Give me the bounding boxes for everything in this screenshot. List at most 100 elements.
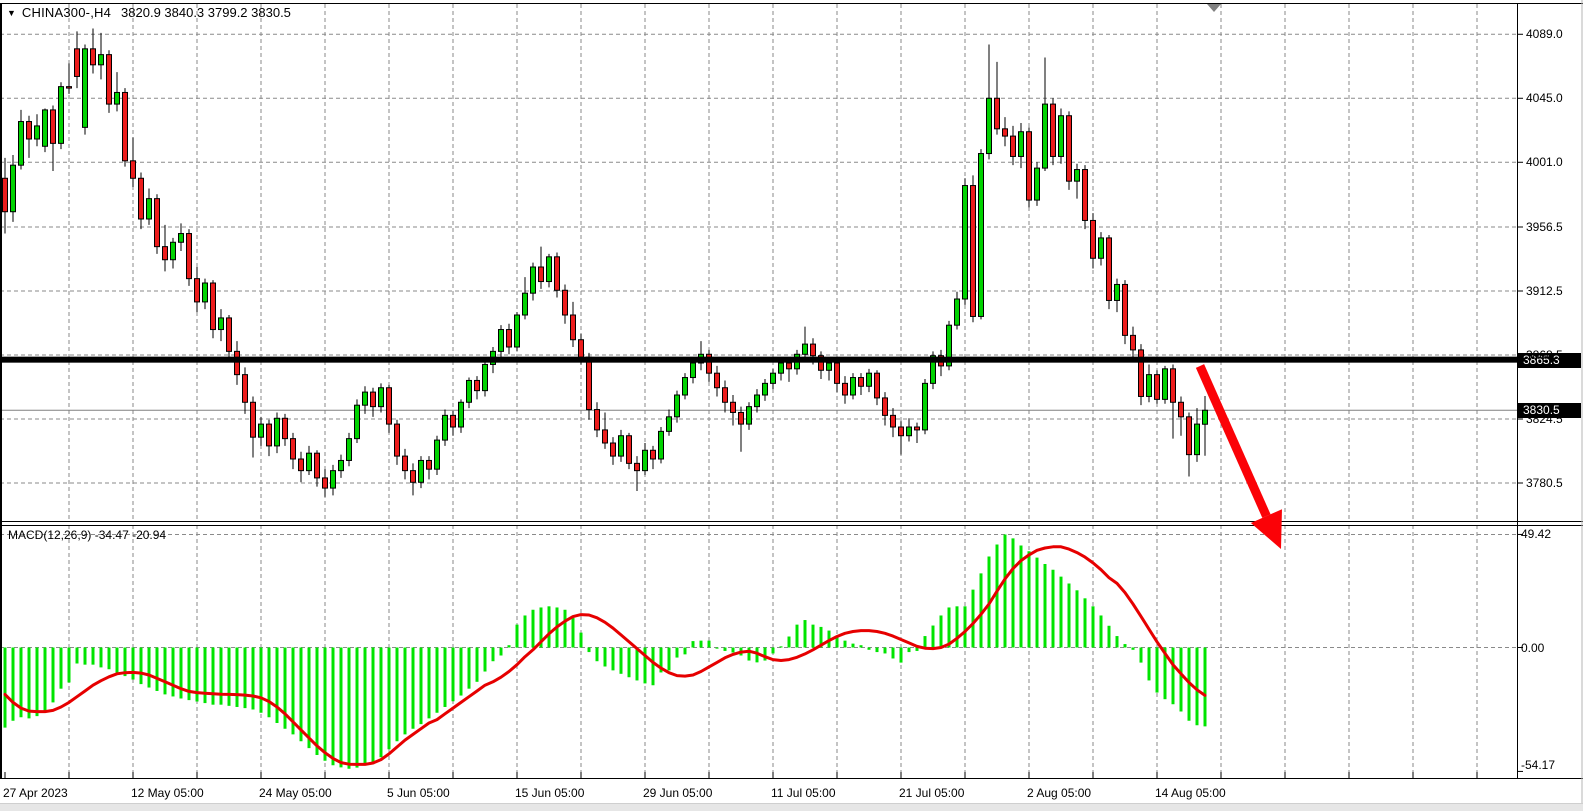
candle-down: [107, 55, 112, 104]
candle-up: [779, 363, 784, 373]
candle-down: [579, 340, 584, 357]
candle-up: [1019, 132, 1024, 157]
candle-up: [115, 92, 120, 104]
candle-up: [1115, 284, 1120, 300]
candle-down: [915, 427, 920, 430]
time-tick-label: 21 Jul 05:00: [899, 786, 964, 800]
candle-up: [347, 439, 352, 461]
candle-up: [547, 257, 552, 282]
candle-down: [1091, 220, 1096, 258]
candle-up: [979, 154, 984, 317]
candle-down: [571, 315, 576, 340]
candle-down: [731, 402, 736, 412]
candle-up: [987, 98, 992, 153]
candle-up: [339, 460, 344, 470]
candle-down: [651, 450, 656, 459]
candle-up: [867, 373, 872, 386]
candle-down: [163, 247, 168, 260]
candle-up: [691, 363, 696, 378]
candle-up: [907, 427, 912, 436]
candle-down: [811, 344, 816, 356]
candle-up: [307, 453, 312, 470]
candle-down: [251, 402, 256, 437]
time-tick-label: 24 May 05:00: [259, 786, 332, 800]
candle-down: [395, 424, 400, 456]
candle-down: [739, 412, 744, 424]
macd-name: MACD(12,26,9): [8, 528, 91, 542]
candle-down: [859, 378, 864, 387]
price-tick-label: 4089.0: [1526, 27, 1563, 41]
candle-down: [563, 290, 568, 315]
candle-down: [1083, 170, 1088, 221]
support-line[interactable]: [0, 357, 1517, 363]
macd-tick-label: -54.17: [1521, 758, 1555, 772]
candle-down: [627, 436, 632, 464]
price-tick-label: 3780.5: [1526, 476, 1563, 490]
candle-down: [715, 373, 720, 388]
candle-up: [755, 395, 760, 407]
candle-up: [219, 318, 224, 330]
candle-up: [1059, 116, 1064, 157]
candle-down: [475, 380, 480, 390]
candle-up: [83, 49, 88, 128]
candle-up: [499, 330, 504, 352]
candle-up: [443, 415, 448, 440]
candle-up: [1203, 410, 1208, 424]
candle-down: [899, 427, 904, 436]
candle-up: [963, 186, 968, 299]
support-trendline[interactable]: [0, 357, 1517, 363]
candle-up: [331, 471, 336, 488]
candle-up: [515, 315, 520, 347]
macd-indicator-label: MACD(12,26,9) -34.47 -20.94: [8, 528, 166, 542]
candle-up: [275, 418, 280, 446]
candle-down: [1123, 284, 1128, 335]
price-tick-label: 3956.5: [1526, 220, 1563, 234]
candle-up: [1035, 168, 1040, 200]
candle-up: [643, 450, 648, 470]
candle-down: [315, 453, 320, 478]
candle-up: [19, 122, 24, 166]
candle-down: [1155, 375, 1160, 400]
candle-down: [875, 373, 880, 398]
candle-up: [1195, 424, 1200, 455]
candle-down: [1051, 104, 1056, 156]
candle-up: [1163, 369, 1168, 400]
candle-down: [539, 267, 544, 282]
time-tick-label: 2 Aug 05:00: [1027, 786, 1091, 800]
candle-up: [355, 405, 360, 438]
candle-down: [131, 161, 136, 178]
candle-up: [763, 383, 768, 395]
candle-up: [523, 293, 528, 315]
candle-down: [603, 430, 608, 443]
chart-canvas[interactable]: [0, 0, 1583, 811]
chart-title-row: ▼CHINA300-,H43820.9 3840.3 3799.2 3830.5: [7, 5, 291, 20]
candle-down: [1067, 116, 1072, 181]
candle-down: [283, 418, 288, 438]
candle-up: [435, 440, 440, 469]
arrow-shaft[interactable]: [1200, 366, 1266, 516]
candle-up: [147, 199, 152, 219]
window-bottom-strip: [0, 803, 1583, 811]
candle-down: [211, 283, 216, 330]
candle-down: [291, 439, 296, 459]
time-tick-label: 27 Apr 2023: [3, 786, 68, 800]
last-bar-marker-icon: [1207, 4, 1221, 12]
last-bar-marker[interactable]: [1207, 4, 1221, 12]
candle-up: [1043, 104, 1048, 168]
candle-up: [379, 388, 384, 407]
candle-down: [891, 415, 896, 427]
candle-up: [803, 344, 808, 354]
candle-down: [75, 49, 80, 77]
candle-down: [187, 234, 192, 279]
candle-up: [683, 378, 688, 395]
candle-down: [371, 392, 376, 407]
candle-down: [595, 410, 600, 430]
candle-down: [403, 456, 408, 471]
candle-down: [507, 330, 512, 347]
macd-tick-label: 49.42: [1521, 527, 1551, 541]
symbol-timeframe-label: CHINA300-,H4: [22, 5, 111, 20]
candle-down: [1179, 402, 1184, 417]
candle-down: [1171, 369, 1176, 402]
candle-up: [203, 283, 208, 302]
candle-down: [635, 463, 640, 470]
